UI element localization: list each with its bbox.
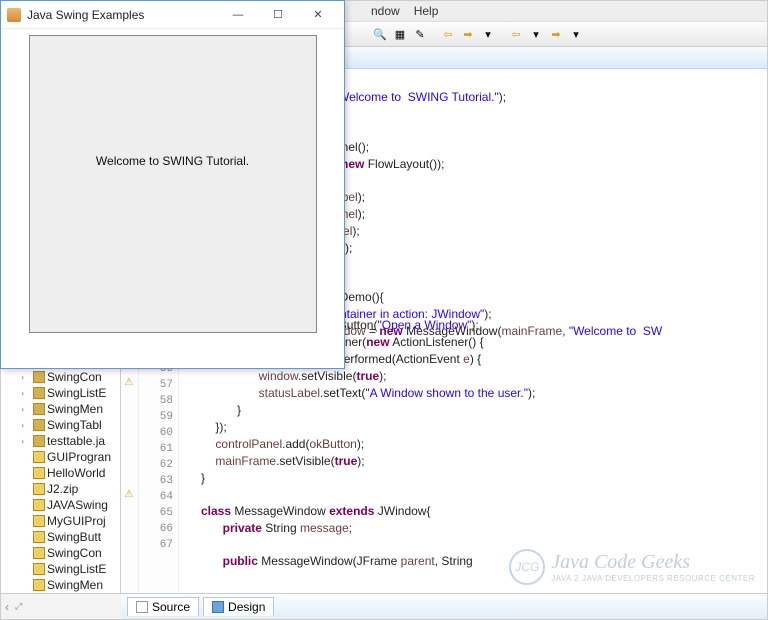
java-icon — [7, 8, 21, 22]
tree-item[interactable]: JAVASwing — [1, 497, 120, 513]
tree-item-label: HelloWorld — [47, 466, 105, 480]
tree-item[interactable]: GUIProgran — [1, 449, 120, 465]
zip-file-icon — [33, 483, 45, 495]
java-file-icon — [33, 435, 45, 447]
design-icon — [212, 601, 224, 613]
tree-item-label: JAVASwing — [47, 498, 108, 512]
warning-icon: ⚠ — [123, 377, 135, 389]
tree-item-label: SwingMen — [47, 402, 103, 416]
tree-item-label: SwingTabl — [47, 418, 102, 432]
expand-icon[interactable]: ⤢ — [15, 601, 22, 612]
toolbar-btn[interactable]: ➡ — [547, 25, 565, 43]
tab-design-label: Design — [228, 600, 265, 614]
toolbar-btn[interactable]: ▾ — [567, 25, 585, 43]
tree-item[interactable]: J2.zip — [1, 481, 120, 497]
swing-panel: Welcome to SWING Tutorial. — [29, 35, 317, 333]
swing-label: Welcome to SWING Tutorial. — [96, 154, 249, 168]
swing-window: Java Swing Examples — ☐ ✕ Welcome to SWI… — [0, 0, 345, 369]
close-button[interactable]: ✕ — [298, 3, 338, 27]
maximize-button[interactable]: ☐ — [258, 3, 298, 27]
chevron-left-icon[interactable]: ‹ — [5, 600, 9, 614]
source-icon — [136, 601, 148, 613]
bottom-left-controls: ‹ ⤢ — [1, 593, 121, 619]
chevron-right-icon: › — [21, 420, 31, 430]
tree-item[interactable]: HelloWorld — [1, 465, 120, 481]
tree-item-label: SwingMen — [47, 578, 103, 592]
tree-item[interactable]: MyGUIProj — [1, 513, 120, 529]
toolbar-btn[interactable]: ✎ — [411, 25, 429, 43]
toolbar-btn[interactable]: ⇦ — [507, 25, 525, 43]
chevron-right-icon: › — [21, 388, 31, 398]
tree-item-label: SwingListE — [47, 562, 106, 576]
chevron-right-icon: › — [21, 404, 31, 414]
zip-file-icon — [33, 563, 45, 575]
toolbar-btn[interactable]: ➡ — [459, 25, 477, 43]
zip-file-icon — [33, 531, 45, 543]
java-file-icon — [33, 403, 45, 415]
toolbar-btn[interactable]: ⇦ — [439, 25, 457, 43]
tree-item[interactable]: › SwingTabl — [1, 417, 120, 433]
tree-item[interactable]: › SwingCon — [1, 369, 120, 385]
tree-item[interactable]: SwingListE — [1, 561, 120, 577]
tree-item-label: SwingButt — [47, 530, 101, 544]
tree-item-label: SwingCon — [47, 546, 102, 560]
tree-item[interactable]: › SwingMen — [1, 401, 120, 417]
minimize-button[interactable]: — — [218, 3, 258, 27]
tree-item-label: GUIProgran — [47, 450, 111, 464]
tree-item-label: testtable.ja — [47, 434, 105, 448]
tree-item[interactable]: SwingCon — [1, 545, 120, 561]
zip-file-icon — [33, 515, 45, 527]
tree-item[interactable]: › testtable.ja — [1, 433, 120, 449]
tab-design[interactable]: Design — [203, 597, 274, 616]
toolbar-btn[interactable]: ▦ — [391, 25, 409, 43]
titlebar[interactable]: Java Swing Examples — ☐ ✕ — [1, 1, 344, 29]
warning-icon: ⚠ — [123, 489, 135, 501]
tree-item[interactable]: SwingMen — [1, 577, 120, 593]
zip-file-icon — [33, 579, 45, 591]
tree-item[interactable]: › SwingListE — [1, 385, 120, 401]
tab-source[interactable]: Source — [127, 597, 199, 616]
toolbar-btn[interactable]: ▾ — [479, 25, 497, 43]
menu-window[interactable]: ndow — [371, 4, 400, 18]
java-file-icon — [33, 371, 45, 383]
zip-file-icon — [33, 499, 45, 511]
zip-file-icon — [33, 547, 45, 559]
zip-file-icon — [33, 467, 45, 479]
java-file-icon — [33, 387, 45, 399]
chevron-right-icon: › — [21, 372, 31, 382]
tree-item-label: SwingListE — [47, 386, 106, 400]
toolbar-btn[interactable]: ▾ — [527, 25, 545, 43]
zip-file-icon — [33, 451, 45, 463]
window-title: Java Swing Examples — [27, 8, 218, 22]
menu-help[interactable]: Help — [414, 4, 439, 18]
bottom-tabs: Source Design — [121, 593, 767, 619]
tree-item[interactable]: SwingButt — [1, 529, 120, 545]
tree-item-label: MyGUIProj — [47, 514, 106, 528]
toolbar-btn[interactable]: 🔍 — [371, 25, 389, 43]
swing-body: Welcome to SWING Tutorial. — [25, 35, 320, 344]
tab-source-label: Source — [152, 600, 190, 614]
chevron-right-icon: › — [21, 436, 31, 446]
tree-item-label: SwingCon — [47, 370, 102, 384]
java-file-icon — [33, 419, 45, 431]
tree-item-label: J2.zip — [47, 482, 78, 496]
